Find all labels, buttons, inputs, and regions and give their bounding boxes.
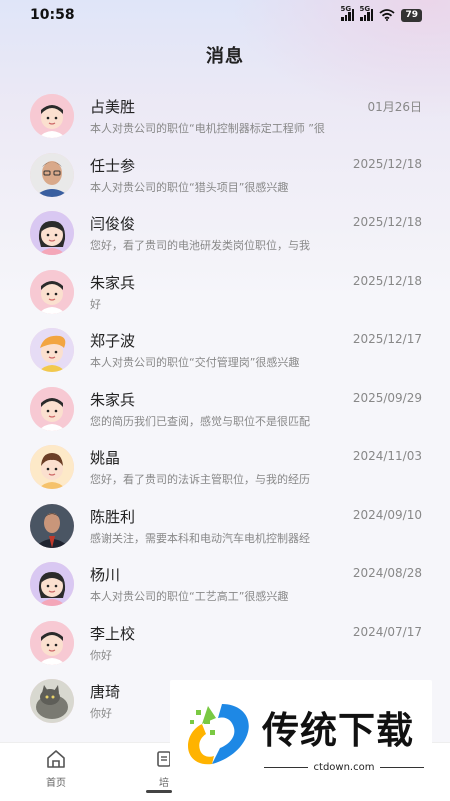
message-preview: 本人对贵公司的职位“电机控制器标定工程师 ”很 [90, 122, 325, 135]
signal-label: 5G [359, 5, 371, 13]
signal-icon: 5G [359, 5, 374, 21]
avatar[interactable] [30, 328, 74, 372]
home-icon [47, 750, 65, 768]
message-date: 2024/09/10 [352, 507, 422, 522]
message-item[interactable]: 郑子波 2025/12/17 本人对贵公司的职位“交付管理岗”很感兴趣 [0, 320, 450, 379]
message-preview: 您的简历我们已查阅，感觉与职位不是很匹配 [90, 414, 310, 428]
message-item[interactable]: 朱家兵 2025/09/29 您的简历我们已查阅，感觉与职位不是很匹配 [0, 379, 450, 438]
contact-name: 郑子波 [90, 332, 136, 350]
message-item[interactable]: 朱家兵 2025/12/18 好 [0, 262, 450, 321]
signal-label: 5G [340, 5, 352, 13]
message-date: 2025/09/29 [352, 390, 422, 405]
message-item[interactable]: 任士参 2025/12/18 本人对贵公司的职位“猎头项目”很感兴趣 [0, 145, 450, 204]
contact-name: 朱家兵 [90, 390, 136, 409]
signal-icon: 5G [340, 5, 355, 21]
watermark-url-row: ctdown.com [264, 762, 424, 773]
wifi-icon [379, 9, 396, 21]
message-item[interactable]: 陈胜利 2024/09/10 感谢关注，需要本科和电动汽车电机控制器经 [0, 496, 450, 555]
message-date: 2025/12/18 [352, 156, 422, 171]
avatar[interactable] [30, 152, 74, 197]
message-date: 2025/12/18 [352, 215, 422, 229]
message-list: 占美胜 01月26日本人对贵公司的职位“电机控制器标定工程师 ”很任士参 2025/… [0, 86, 450, 730]
status-icons: 5G 5G 79 [340, 5, 422, 22]
avatar[interactable] [30, 620, 74, 665]
message-preview: 本人对贵公司的职位“猎头项目”很感兴趣 [90, 180, 289, 194]
message-item[interactable]: 姚晶 2024/11/03 您好，看了贵司的法诉主管职位，与我的经历 [0, 437, 450, 496]
tab-home[interactable]: 首页 [26, 749, 86, 789]
message-preview: 您好，看了贵司的电池研发类岗位职位，与我 [90, 239, 310, 252]
avatar[interactable] [30, 679, 74, 723]
message-item[interactable]: 闫俊俊 2025/12/18 您好，看了贵司的电池研发类岗位职位，与我 [0, 203, 450, 262]
status-bar: 10:58 5G 5G 79 [0, 0, 450, 30]
contact-name: 朱家兵 [90, 273, 136, 292]
avatar[interactable] [30, 269, 74, 314]
avatar[interactable] [30, 562, 74, 606]
watermark-brand: 传统下载 [262, 709, 414, 752]
page-title: 消息 [206, 46, 244, 67]
message-date: 2025/12/17 [352, 332, 422, 346]
avatar[interactable] [30, 211, 74, 255]
contact-name: 姚晶 [90, 449, 121, 467]
brand-logo-icon [188, 704, 249, 765]
contact-name: 闫俊俊 [90, 215, 136, 233]
avatar[interactable] [30, 445, 74, 489]
message-date: 01月26日 [367, 100, 422, 114]
watermark-url: ctdown.com [313, 762, 375, 773]
contact-name: 李上校 [90, 624, 136, 643]
contact-name: 任士参 [90, 156, 136, 175]
message-preview: 本人对贵公司的职位“交付管理岗”很感兴趣 [90, 356, 300, 369]
message-date: 2024/07/17 [352, 624, 422, 639]
avatar[interactable] [30, 503, 74, 548]
avatar[interactable] [30, 94, 74, 138]
message-date: 2024/08/28 [352, 566, 422, 580]
message-preview: 好 [90, 297, 101, 311]
status-time: 10:58 [30, 7, 75, 23]
avatar[interactable] [30, 386, 74, 431]
message-date: 2024/11/03 [352, 449, 422, 463]
message-item[interactable]: 占美胜 01月26日本人对贵公司的职位“电机控制器标定工程师 ”很 [0, 86, 450, 145]
message-preview: 您好，看了贵司的法诉主管职位，与我的经历 [90, 473, 310, 486]
tab-home-label: 首页 [46, 778, 66, 789]
message-item[interactable]: 杨川 2024/08/28 本人对贵公司的职位“工艺高工”很感兴趣 [0, 554, 450, 613]
contact-name: 占美胜 [90, 98, 136, 116]
message-date: 2025/12/18 [352, 273, 422, 288]
message-preview: 本人对贵公司的职位“工艺高工”很感兴趣 [90, 590, 289, 603]
battery-icon: 79 [401, 8, 422, 22]
home-indicator [146, 790, 172, 793]
contact-name: 唐琦 [90, 683, 121, 701]
message-item[interactable]: 李上校 2024/07/17 你好 [0, 613, 450, 672]
contact-name: 杨川 [90, 566, 121, 584]
contact-name: 陈胜利 [90, 507, 136, 526]
watermark-overlay: 传统下载 ctdown.com [170, 680, 432, 780]
message-preview: 感谢关注，需要本科和电动汽车电机控制器经 [90, 531, 310, 545]
message-preview: 你好 [90, 648, 112, 662]
